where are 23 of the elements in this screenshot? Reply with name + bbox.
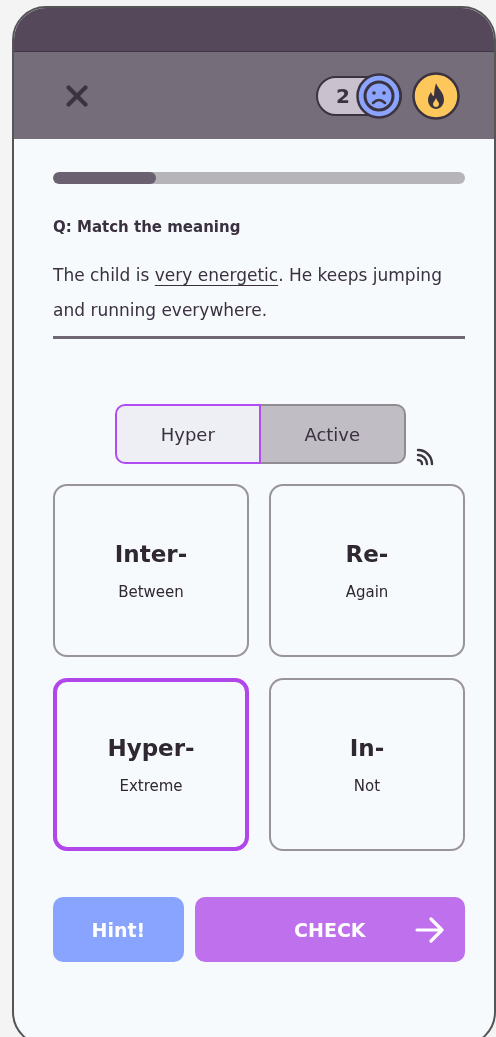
prefix-card[interactable]: Re- Again [269,484,465,657]
meaning-text: Extreme [119,776,183,795]
sound-waves-icon[interactable] [415,446,436,466]
prefix-card[interactable]: In- Not [269,678,465,851]
meaning-text: Again [345,582,389,601]
question-label: Q: Match the meaning [53,218,242,236]
meaning-text: Between [118,582,184,601]
sad-face-icon [356,72,402,119]
answer-segment[interactable]: Hyper [114,404,261,464]
prefix-text: Hyper- [107,734,195,761]
prefix-text: In- [349,734,385,761]
prefix-card[interactable]: Inter- Between [53,484,249,657]
answer-segment[interactable]: Active [261,404,406,464]
lives-badge: 2 [316,75,402,116]
prefix-text: Inter- [114,540,188,567]
check-label: CHECK [294,918,366,941]
prefix-card[interactable]: Hyper- Extreme [53,678,249,851]
prefix-text: Re- [345,540,389,567]
close-icon[interactable] [66,84,88,107]
flame-icon [412,71,460,120]
arrow-icon [415,917,445,943]
meaning-text: Not [353,776,381,795]
question-sentence: The child is very energetic. He keeps jumping and running everywhere. [53,264,443,322]
